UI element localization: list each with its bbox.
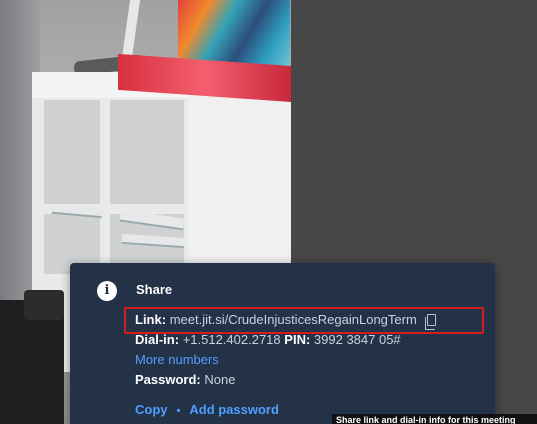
copy-icon[interactable]	[424, 314, 436, 330]
share-title: Share	[136, 282, 173, 297]
dialin-label: Dial-in:	[135, 332, 180, 347]
password-value: None	[204, 372, 236, 387]
video-chair-part	[24, 290, 64, 320]
video-cubby	[44, 100, 100, 204]
separator-dot: •	[176, 405, 181, 417]
video-cubby	[110, 100, 184, 204]
actions-row: Copy • Add password	[135, 402, 279, 417]
link-label: Link:	[135, 312, 167, 327]
pin-label: PIN:	[284, 332, 311, 347]
share-tooltip: Share link and dial-in info for this mee…	[332, 414, 537, 424]
copy-button[interactable]: Copy	[135, 402, 168, 417]
video-painting	[178, 0, 290, 68]
meeting-link[interactable]: meet.jit.si/CrudeInjusticesRegainLongTer…	[170, 312, 417, 327]
password-label: Password:	[135, 372, 201, 387]
share-panel: i Share Link: meet.jit.si/CrudeInjustice…	[70, 263, 495, 424]
info-icon: i	[97, 281, 117, 301]
video-lamp	[121, 0, 141, 58]
link-row: Link: meet.jit.si/CrudeInjusticesRegainL…	[135, 312, 436, 330]
dialin-number: +1.512.402.2718	[182, 332, 281, 347]
password-row: Password: None	[135, 372, 235, 387]
more-numbers-link[interactable]: More numbers	[135, 352, 219, 367]
dialin-row: Dial-in: +1.512.402.2718 PIN: 3992 3847 …	[135, 332, 401, 347]
add-password-button[interactable]: Add password	[189, 402, 279, 417]
pin-value: 3992 3847 05#	[313, 332, 401, 347]
